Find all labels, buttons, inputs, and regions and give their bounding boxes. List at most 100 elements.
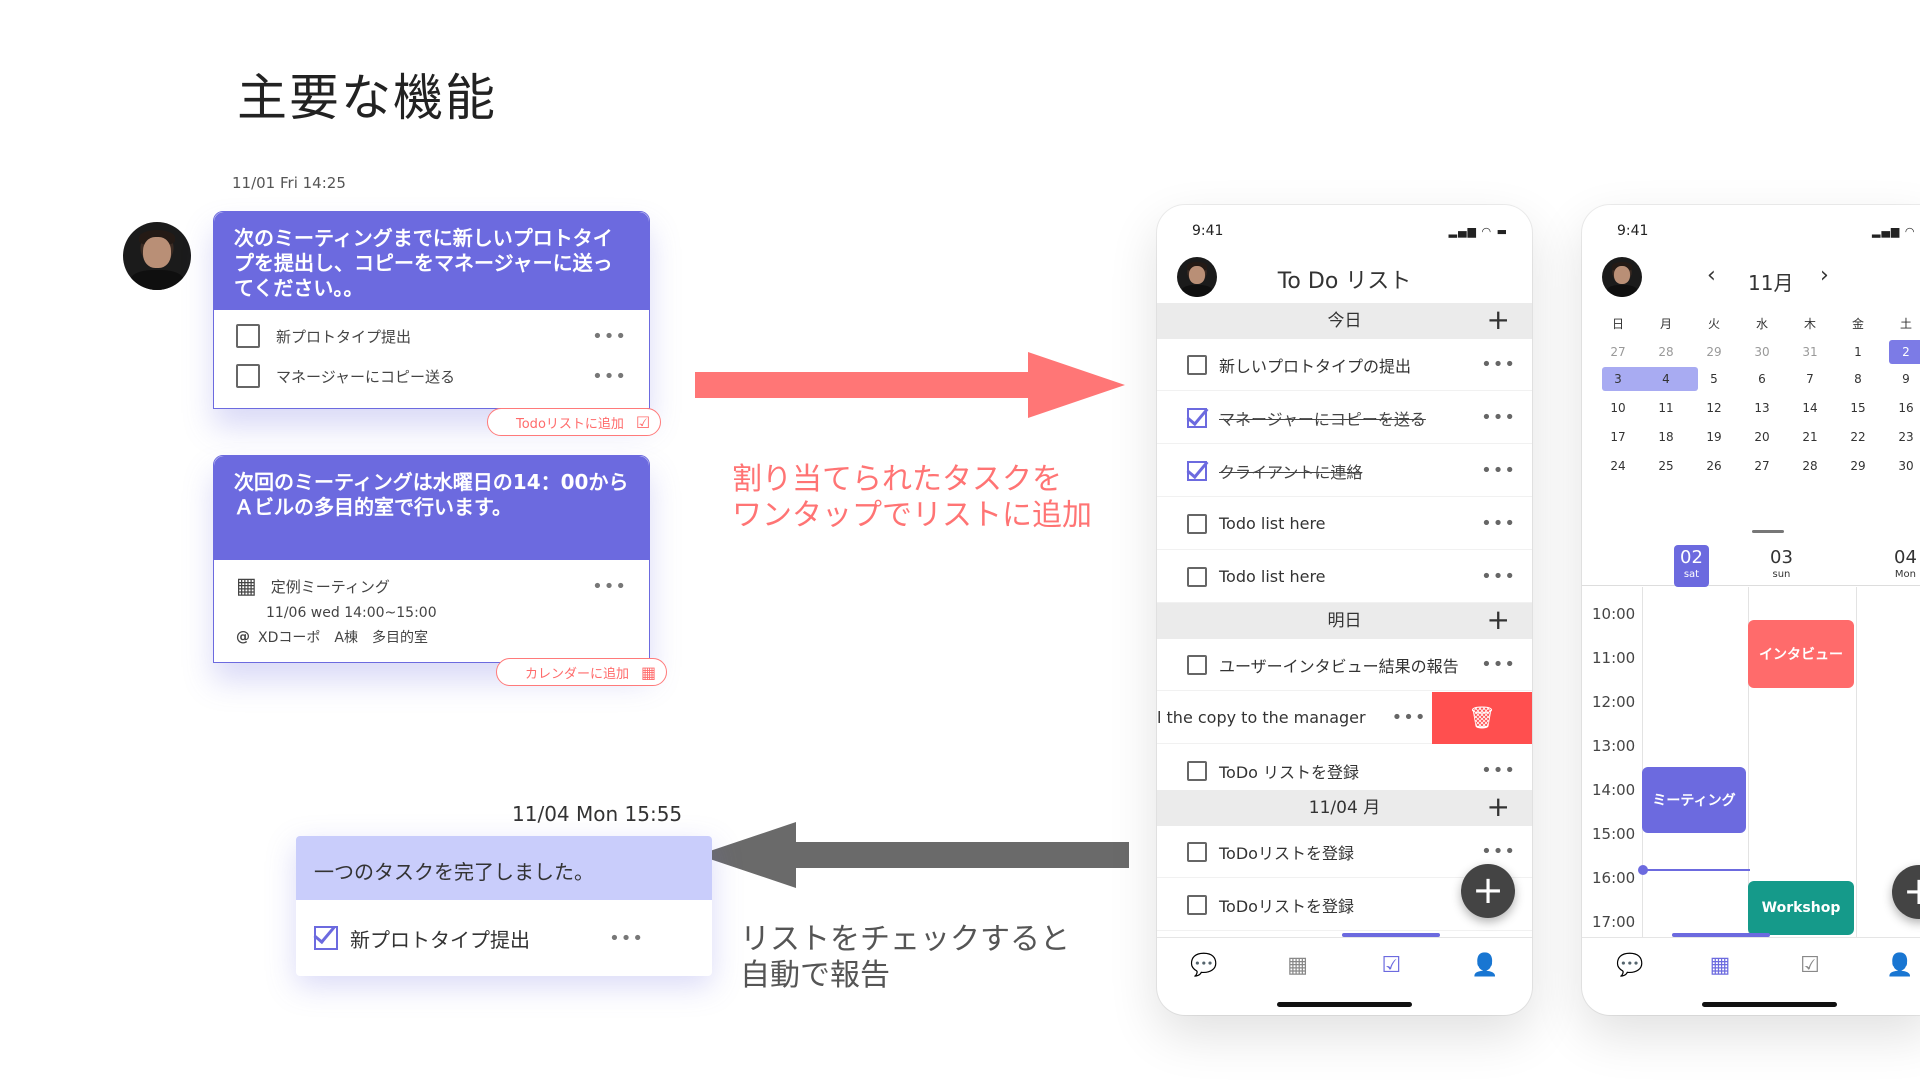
more-icon[interactable]: ••• — [592, 366, 627, 387]
event-interview[interactable]: インタビュー — [1748, 620, 1854, 688]
checkbox[interactable] — [236, 364, 260, 388]
calendar-day[interactable]: 22 — [1834, 430, 1882, 444]
calendar-day[interactable]: 13 — [1738, 401, 1786, 415]
weekday-label: 土 — [1899, 317, 1912, 331]
add-icon[interactable]: + — [1487, 790, 1510, 824]
event-workshop[interactable]: Workshop — [1748, 881, 1854, 935]
calendar-day[interactable]: 30 — [1738, 345, 1786, 359]
calendar-day[interactable]: 20 — [1738, 430, 1786, 444]
todo-item[interactable]: クライアントに連絡 ••• — [1157, 445, 1532, 497]
add-event-button[interactable]: + — [1892, 865, 1920, 919]
calendar-day[interactable]: 25 — [1642, 459, 1690, 473]
profile-icon[interactable]: 👤 — [1465, 953, 1505, 978]
calendar-day[interactable]: 23 — [1882, 430, 1920, 444]
checkbox[interactable] — [1187, 841, 1207, 862]
add-calendar-button[interactable]: カレンダーに追加 ▦ — [496, 658, 668, 686]
checkbox[interactable] — [1187, 654, 1207, 675]
more-icon[interactable]: ••• — [1481, 760, 1516, 781]
calendar-day[interactable]: 15 — [1834, 401, 1882, 415]
completed-task-label: 新プロトタイプ提出 — [350, 927, 530, 952]
prev-month-icon[interactable]: ‹ — [1707, 263, 1716, 288]
calendar-day[interactable]: 19 — [1690, 430, 1738, 444]
calendar-day[interactable]: 11 — [1642, 401, 1690, 415]
calendar-tab-icon[interactable]: ▦ — [1700, 953, 1740, 978]
add-icon[interactable]: + — [1487, 603, 1510, 637]
calendar-day[interactable]: 7 — [1786, 372, 1834, 386]
more-icon[interactable]: ••• — [592, 576, 627, 597]
more-icon[interactable]: ••• — [1481, 407, 1516, 428]
more-icon[interactable]: ••• — [1481, 841, 1516, 862]
more-icon[interactable]: ••• — [1392, 707, 1427, 728]
calendar-day[interactable]: 2 — [1882, 345, 1920, 359]
more-icon[interactable]: ••• — [1481, 566, 1516, 587]
calendar-day[interactable]: 24 — [1594, 459, 1642, 473]
calendar-day[interactable]: 27 — [1738, 459, 1786, 473]
checkbox[interactable] — [236, 324, 260, 348]
chat-task-item[interactable]: マネージャーにコピー送る ••• — [236, 356, 627, 396]
todo-icon[interactable]: ☑ — [1790, 953, 1830, 978]
add-task-button[interactable]: + — [1461, 864, 1515, 918]
avatar[interactable] — [1602, 257, 1642, 297]
calendar-day[interactable]: 5 — [1690, 372, 1738, 386]
chat-task-item[interactable]: 新プロトタイプ提出 ••• — [236, 316, 627, 356]
swiped-todo-item[interactable]: l the copy to the manager ••• 🗑 — [1157, 692, 1532, 744]
calendar-day[interactable]: 4 — [1642, 372, 1690, 386]
more-icon[interactable]: ••• — [1481, 654, 1516, 675]
weekday-label: 月 — [1659, 317, 1672, 331]
calendar-day[interactable]: 28 — [1786, 459, 1834, 473]
checkbox[interactable] — [1187, 894, 1207, 915]
more-icon[interactable]: ••• — [609, 928, 644, 949]
calendar-day[interactable]: 29 — [1690, 345, 1738, 359]
calendar-day[interactable]: 29 — [1834, 459, 1882, 473]
todo-item[interactable]: マネージャーにコピーを送る ••• — [1157, 392, 1532, 444]
calendar-day[interactable]: 18 — [1642, 430, 1690, 444]
delete-button[interactable]: 🗑 — [1432, 692, 1532, 744]
calendar-day[interactable]: 1 — [1834, 345, 1882, 359]
day[interactable]: 03 sun — [1770, 549, 1793, 583]
todo-item[interactable]: ユーザーインタビュー結果の報告 ••• — [1157, 639, 1532, 691]
calendar-day[interactable]: 10 — [1594, 401, 1642, 415]
drag-handle[interactable] — [1752, 530, 1784, 533]
checked-checkbox[interactable] — [314, 926, 338, 950]
calendar-day[interactable]: 30 — [1882, 459, 1920, 473]
calendar-day[interactable]: 21 — [1786, 430, 1834, 444]
profile-icon[interactable]: 👤 — [1880, 953, 1920, 978]
calendar-day[interactable]: 9 — [1882, 372, 1920, 386]
calendar-day[interactable]: 31 — [1786, 345, 1834, 359]
todo-item[interactable]: 新しいプロトタイプの提出 ••• — [1157, 339, 1532, 391]
calendar-day[interactable]: 26 — [1690, 459, 1738, 473]
checkbox[interactable] — [1187, 566, 1207, 587]
more-icon[interactable]: ••• — [592, 326, 627, 347]
more-icon[interactable]: ••• — [1481, 354, 1516, 375]
completed-task-row[interactable]: 新プロトタイプ提出 ••• — [296, 900, 712, 976]
more-icon[interactable]: ••• — [1481, 513, 1516, 534]
event-message-card: 次回のミーティングは水曜日の14：00からＡビルの多目的室で行います。 ▦ 定例… — [213, 455, 650, 663]
calendar-day[interactable]: 28 — [1642, 345, 1690, 359]
chat-icon[interactable]: 💬 — [1184, 953, 1224, 978]
checkbox[interactable] — [1187, 760, 1207, 781]
calendar-day[interactable]: 6 — [1738, 372, 1786, 386]
calendar-day[interactable]: 27 — [1594, 345, 1642, 359]
chat-icon[interactable]: 💬 — [1610, 953, 1650, 978]
calendar-day[interactable]: 3 — [1594, 372, 1642, 386]
next-month-icon[interactable]: › — [1820, 263, 1829, 288]
calendar-day[interactable]: 16 — [1882, 401, 1920, 415]
todo-item[interactable]: Todo list here ••• — [1157, 498, 1532, 550]
checkbox[interactable] — [1187, 513, 1207, 534]
add-icon[interactable]: + — [1487, 303, 1510, 337]
todo-item[interactable]: Todo list here ••• — [1157, 551, 1532, 603]
calendar-day[interactable]: 8 — [1834, 372, 1882, 386]
day-selected[interactable]: 02 sat — [1674, 545, 1709, 587]
day[interactable]: 04 Mon — [1894, 549, 1917, 583]
add-todo-button[interactable]: Todoリストに追加 ☑ — [487, 408, 662, 436]
calendar-day[interactable]: 17 — [1594, 430, 1642, 444]
checked-checkbox[interactable] — [1187, 407, 1207, 428]
event-meeting[interactable]: ミーティング — [1642, 767, 1746, 833]
calendar-icon[interactable]: ▦ — [1278, 953, 1318, 978]
more-icon[interactable]: ••• — [1481, 460, 1516, 481]
calendar-day[interactable]: 14 — [1786, 401, 1834, 415]
todo-tab-icon[interactable]: ☑ — [1371, 953, 1411, 978]
checked-checkbox[interactable] — [1187, 460, 1207, 481]
calendar-day[interactable]: 12 — [1690, 401, 1738, 415]
checkbox[interactable] — [1187, 354, 1207, 375]
